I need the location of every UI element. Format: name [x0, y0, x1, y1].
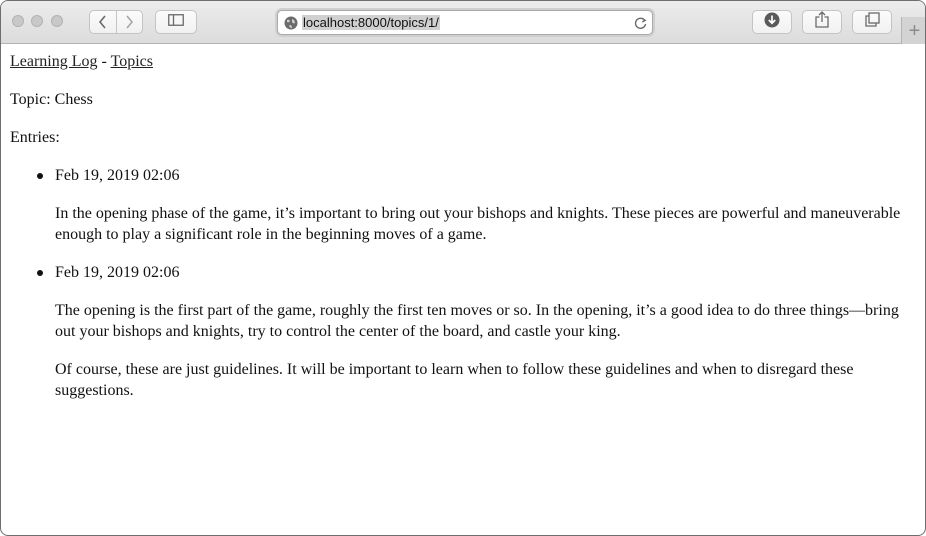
tabs-icon — [864, 12, 880, 32]
browser-toolbar: localhost:8000/topics/1/ + — [1, 1, 925, 44]
sidebar-button[interactable] — [155, 10, 197, 34]
home-link[interactable]: Learning Log — [10, 53, 98, 70]
show-tabs-button[interactable] — [852, 10, 892, 34]
back-forward-buttons — [89, 10, 143, 34]
list-item: Feb 19, 2019 02:06 The opening is the fi… — [10, 262, 910, 401]
share-button[interactable] — [802, 10, 842, 34]
back-icon[interactable] — [90, 11, 117, 33]
forward-icon[interactable] — [117, 11, 143, 33]
entry-date: Feb 19, 2019 02:06 — [55, 167, 180, 184]
topic-heading: Topic: Chess — [10, 91, 93, 108]
page-content: Learning Log - Topics Topic: Chess Entri… — [10, 51, 910, 401]
entry-text: In the opening phase of the game, it’s i… — [55, 205, 901, 243]
sidebar-icon — [168, 13, 184, 31]
new-tab-button[interactable]: + — [901, 17, 925, 44]
address-bar[interactable]: localhost:8000/topics/1/ — [277, 10, 653, 35]
nav-bar: Learning Log - Topics — [10, 51, 910, 72]
plus-icon: + — [908, 19, 921, 42]
url-text[interactable]: localhost:8000/topics/1/ — [302, 15, 440, 30]
nav-separator: - — [101, 53, 107, 70]
entries-label: Entries: — [10, 129, 60, 146]
bullet-icon — [37, 173, 43, 179]
bullet-icon — [37, 270, 43, 276]
globe-icon — [284, 16, 298, 35]
downloads-button[interactable] — [752, 10, 792, 34]
browser-window: localhost:8000/topics/1/ + Learning Log … — [0, 0, 926, 536]
reload-icon[interactable] — [634, 16, 647, 35]
topics-link[interactable]: Topics — [111, 53, 153, 70]
share-icon — [815, 11, 829, 33]
entry-date: Feb 19, 2019 02:06 — [55, 264, 180, 281]
entries-list: Feb 19, 2019 02:06 In the opening phase … — [10, 165, 910, 401]
minimize-window-button[interactable] — [31, 15, 43, 27]
entry-text: The opening is the first part of the gam… — [55, 302, 899, 340]
download-icon — [764, 12, 780, 33]
close-window-button[interactable] — [12, 15, 24, 27]
list-item: Feb 19, 2019 02:06 In the opening phase … — [10, 165, 910, 245]
entry-text: Of course, these are just guidelines. It… — [55, 361, 854, 399]
zoom-window-button[interactable] — [51, 15, 63, 27]
